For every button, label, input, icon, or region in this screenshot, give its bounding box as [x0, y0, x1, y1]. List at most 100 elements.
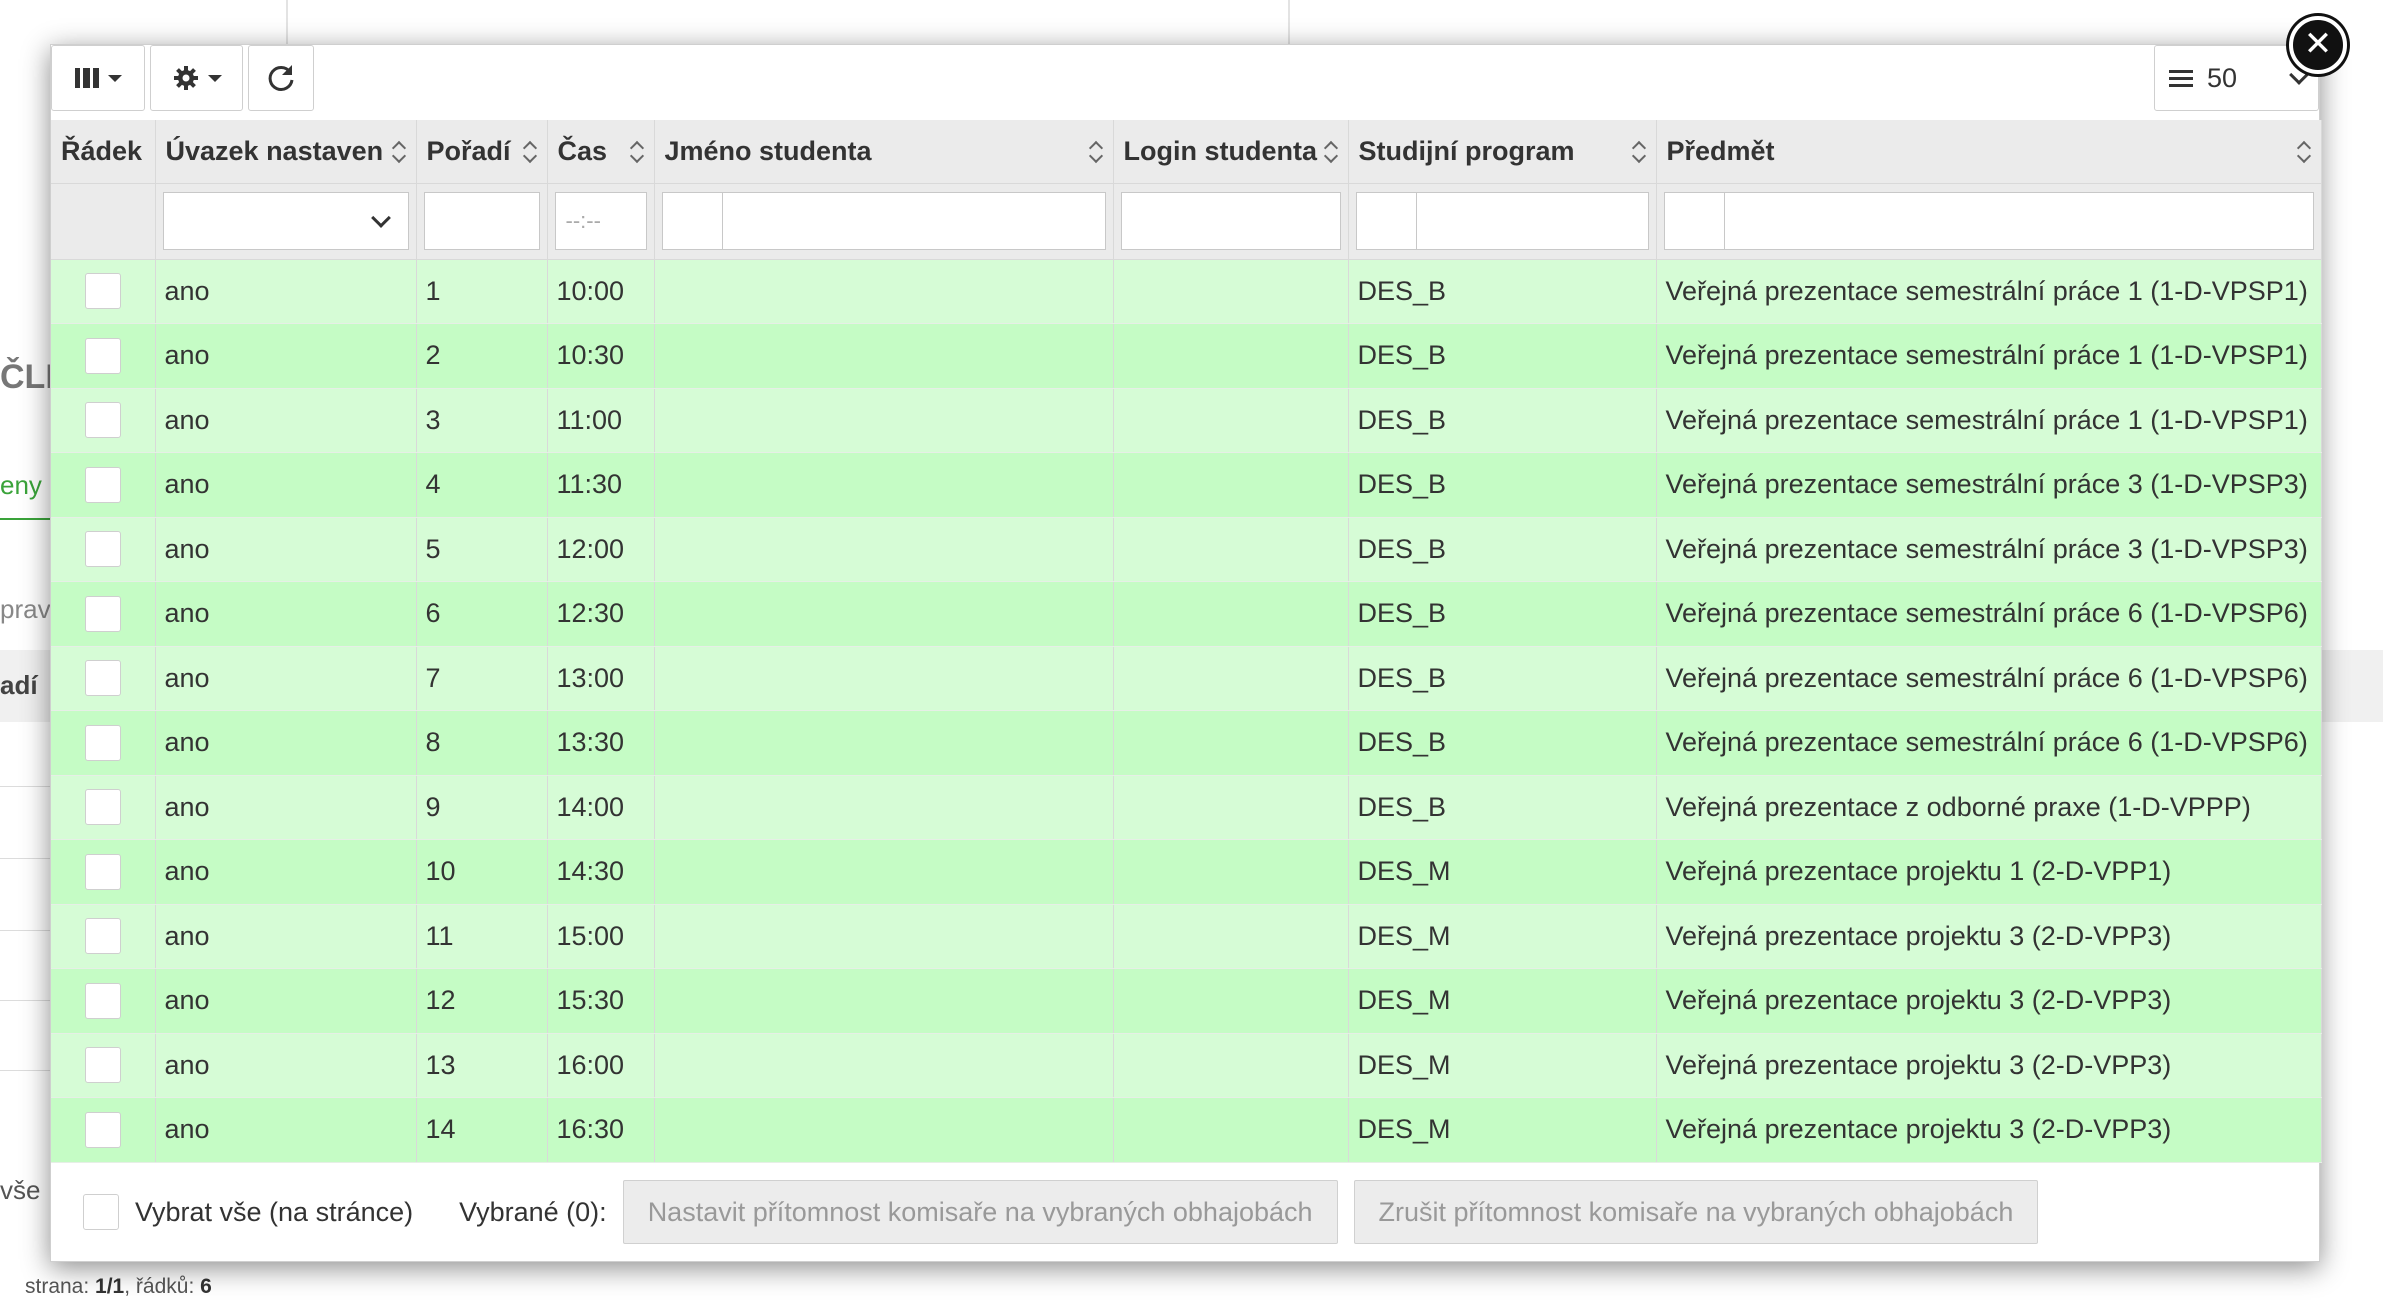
- col-header-program[interactable]: Studijní program: [1348, 120, 1657, 184]
- set-presence-button[interactable]: Nastavit přítomnost komisaře na vybranýc…: [622, 1180, 1338, 1244]
- cell-predmet: Veřejná prezentace semestrální práce 1 (…: [1656, 388, 2322, 453]
- cell-predmet: Veřejná prezentace projektu 3 (2-D-VPP3): [1656, 1033, 2322, 1098]
- filter-cas-input[interactable]: --:--: [554, 192, 647, 250]
- table-row[interactable]: ano 13 16:00 DES_M Veřejná prezentace projek…: [51, 1033, 2322, 1098]
- row-checkbox[interactable]: [84, 724, 121, 761]
- col-header-predmet[interactable]: Předmět: [1656, 120, 2322, 184]
- columns-menu-button[interactable]: [51, 45, 145, 111]
- table-row[interactable]: ano 9 14:00 DES_B Veřejná prezentace z odbor…: [51, 775, 2322, 840]
- cell-program: DES_B: [1348, 646, 1657, 711]
- close-icon[interactable]: ✕: [2289, 16, 2347, 74]
- filter-program-input[interactable]: [1355, 192, 1649, 250]
- cell-jmeno: [654, 1033, 1114, 1098]
- row-checkbox[interactable]: [84, 402, 121, 439]
- table-row[interactable]: ano 14 16:30 DES_M Veřejná prezentace projek…: [51, 1097, 2322, 1163]
- filter-predmet-input[interactable]: [1663, 192, 2314, 250]
- settings-menu-button[interactable]: [150, 45, 243, 111]
- table-row[interactable]: ano 8 13:30 DES_B Veřejná prezentace semestr…: [51, 710, 2322, 776]
- cell-uvazek: ano: [155, 517, 417, 582]
- sort-icon: [1632, 140, 1646, 164]
- cell-poradi: 11: [416, 904, 548, 969]
- cell-predmet: Veřejná prezentace projektu 3 (2-D-VPP3): [1656, 904, 2322, 969]
- cell-jmeno: [654, 1097, 1114, 1163]
- cell-program: DES_M: [1348, 1033, 1657, 1098]
- row-select-cell: [51, 839, 156, 905]
- table-row[interactable]: ano 2 10:30 DES_B Veřejná prezentace semestr…: [51, 323, 2322, 389]
- cell-poradi: 7: [416, 646, 548, 711]
- cell-cas: 14:00: [547, 775, 655, 840]
- bg-input-fragment: prav: [0, 594, 51, 624]
- row-checkbox[interactable]: [84, 1111, 121, 1148]
- caret-down-icon: [207, 74, 222, 82]
- cell-jmeno: [654, 452, 1114, 518]
- cell-login: [1113, 388, 1349, 453]
- filter-login-input[interactable]: [1120, 192, 1341, 250]
- row-select-cell: [51, 904, 156, 969]
- bg-selectall-fragment: vše: [0, 1175, 41, 1205]
- row-checkbox[interactable]: [84, 337, 121, 374]
- cell-poradi: 13: [416, 1033, 548, 1098]
- col-header-login[interactable]: Login studenta: [1113, 120, 1349, 184]
- row-checkbox[interactable]: [84, 660, 121, 697]
- table-body: ano 1 10:00 DES_B Veřejná prezentace semestr…: [51, 259, 2322, 1163]
- table-row[interactable]: ano 10 14:30 DES_M Veřejná prezentace projek…: [51, 839, 2322, 905]
- cell-poradi: 3: [416, 388, 548, 453]
- cell-program: DES_M: [1348, 1097, 1657, 1163]
- filter-jmeno-input[interactable]: [661, 192, 1106, 250]
- row-checkbox[interactable]: [84, 466, 121, 503]
- row-checkbox[interactable]: [84, 595, 121, 632]
- cell-login: [1113, 452, 1349, 518]
- row-select-cell: [51, 775, 156, 840]
- unset-presence-button[interactable]: Zrušit přítomnost komisaře na vybraných …: [1353, 1180, 2039, 1244]
- col-header-radek: Řádek: [51, 120, 156, 184]
- row-checkbox[interactable]: [84, 531, 121, 568]
- table-row[interactable]: ano 6 12:30 DES_B Veřejná prezentace semestr…: [51, 581, 2322, 647]
- refresh-button[interactable]: [248, 45, 314, 111]
- cell-login: [1113, 1097, 1349, 1163]
- col-header-poradi[interactable]: Pořadí: [416, 120, 548, 184]
- cell-poradi: 8: [416, 710, 548, 776]
- cell-jmeno: [654, 904, 1114, 969]
- cell-program: DES_B: [1348, 323, 1657, 389]
- col-header-cas[interactable]: Čas: [547, 120, 655, 184]
- row-checkbox[interactable]: [84, 273, 121, 310]
- filter-operator[interactable]: [663, 193, 723, 249]
- table-row[interactable]: ano 12 15:30 DES_M Veřejná prezentace projek…: [51, 968, 2322, 1034]
- select-all-checkbox[interactable]: [83, 1194, 119, 1230]
- list-icon: [2169, 70, 2193, 87]
- cell-cas: 11:00: [547, 388, 655, 453]
- cell-poradi: 12: [416, 968, 548, 1034]
- col-header-uvazek[interactable]: Úvazek nastaven: [155, 120, 417, 184]
- cell-program: DES_B: [1348, 775, 1657, 840]
- bg-underline: [0, 518, 52, 520]
- cell-uvazek: ano: [155, 839, 417, 905]
- pagination-info: strana: 1/1, řádků: 6: [25, 1275, 212, 1298]
- cell-uvazek: ano: [155, 388, 417, 453]
- bg-row-line: [0, 1000, 52, 1001]
- filter-poradi-input[interactable]: [423, 192, 540, 250]
- cell-cas: 15:30: [547, 968, 655, 1034]
- row-checkbox[interactable]: [84, 789, 121, 826]
- cell-login: [1113, 904, 1349, 969]
- row-select-cell: [51, 710, 156, 776]
- filter-operator[interactable]: [1665, 193, 1725, 249]
- bg-row-line: [0, 930, 52, 931]
- table-row[interactable]: ano 1 10:00 DES_B Veřejná prezentace semestr…: [51, 259, 2322, 324]
- schedule-modal: 50 Řádek Úvazek nastaven Pořadí Čas Jmén…: [50, 44, 2322, 1262]
- filter-operator[interactable]: [1357, 193, 1417, 249]
- cell-jmeno: [654, 517, 1114, 582]
- cell-login: [1113, 710, 1349, 776]
- cell-program: DES_M: [1348, 904, 1657, 969]
- filter-uvazek-select[interactable]: [162, 192, 409, 250]
- table-row[interactable]: ano 11 15:00 DES_M Veřejná prezentace projek…: [51, 904, 2322, 969]
- table-row[interactable]: ano 3 11:00 DES_B Veřejná prezentace semestr…: [51, 388, 2322, 453]
- table-row[interactable]: ano 7 13:00 DES_B Veřejná prezentace semestr…: [51, 646, 2322, 711]
- row-checkbox[interactable]: [84, 918, 121, 955]
- row-checkbox[interactable]: [84, 1047, 121, 1084]
- table-row[interactable]: ano 4 11:30 DES_B Veřejná prezentace semestr…: [51, 452, 2322, 518]
- row-checkbox[interactable]: [84, 982, 121, 1019]
- table-row[interactable]: ano 5 12:00 DES_B Veřejná prezentace semestr…: [51, 517, 2322, 582]
- col-header-jmeno[interactable]: Jméno studenta: [654, 120, 1114, 184]
- row-checkbox[interactable]: [84, 853, 121, 890]
- sort-icon: [630, 140, 644, 164]
